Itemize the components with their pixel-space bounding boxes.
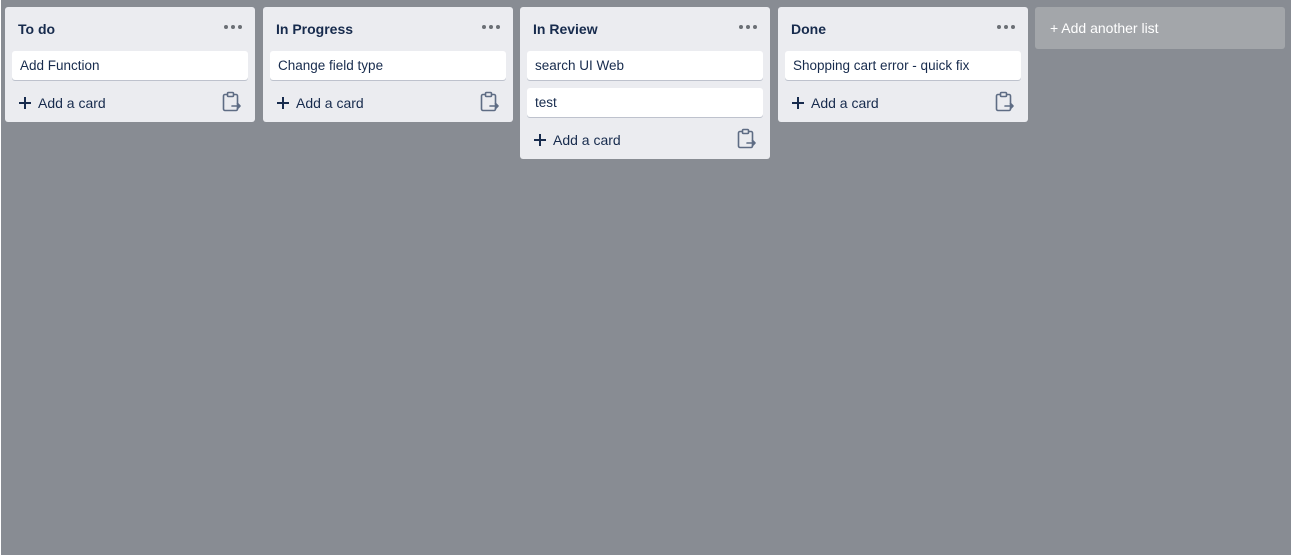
more-horizontal-icon[interactable]: [996, 17, 1016, 37]
list-title[interactable]: Done: [791, 21, 826, 37]
card[interactable]: test: [527, 88, 763, 117]
list-done: Done Shopping cart error - quick fix Add…: [778, 7, 1028, 122]
list-header: To do: [5, 7, 255, 51]
list-title[interactable]: To do: [18, 21, 55, 37]
plus-icon: [277, 97, 289, 109]
create-from-template-icon[interactable]: [994, 91, 1016, 113]
card[interactable]: search UI Web: [527, 51, 763, 80]
add-card-button[interactable]: Add a card: [792, 92, 879, 114]
add-card-label: Add a card: [38, 95, 106, 111]
add-card-label: Add a card: [553, 132, 621, 148]
card-list: search UI Web test: [520, 51, 770, 117]
create-from-template-icon[interactable]: [221, 91, 243, 113]
list-footer: Add a card: [778, 85, 1028, 122]
list-footer: Add a card: [520, 122, 770, 159]
card-list: Shopping cart error - quick fix: [778, 51, 1028, 80]
add-card-button[interactable]: Add a card: [277, 92, 364, 114]
card-list: Add Function: [5, 51, 255, 80]
board: To do Add Function Add a card In Progres…: [1, 0, 1291, 555]
plus-icon: [534, 134, 546, 146]
list-in-progress: In Progress Change field type Add a card: [263, 7, 513, 122]
more-horizontal-icon[interactable]: [481, 17, 501, 37]
list-header: In Progress: [263, 7, 513, 51]
add-card-button[interactable]: Add a card: [534, 129, 621, 151]
list-footer: Add a card: [263, 85, 513, 122]
more-horizontal-icon[interactable]: [738, 17, 758, 37]
plus-icon: [792, 97, 804, 109]
create-from-template-icon[interactable]: [479, 91, 501, 113]
card[interactable]: Add Function: [12, 51, 248, 80]
create-from-template-icon[interactable]: [736, 128, 758, 150]
add-card-label: Add a card: [811, 95, 879, 111]
card[interactable]: Shopping cart error - quick fix: [785, 51, 1021, 80]
list-footer: Add a card: [5, 85, 255, 122]
list-in-review: In Review search UI Web test Add a card: [520, 7, 770, 159]
add-card-button[interactable]: Add a card: [19, 92, 106, 114]
card[interactable]: Change field type: [270, 51, 506, 80]
list-header: In Review: [520, 7, 770, 51]
add-card-label: Add a card: [296, 95, 364, 111]
plus-icon: [19, 97, 31, 109]
list-header: Done: [778, 7, 1028, 51]
card-list: Change field type: [263, 51, 513, 80]
more-horizontal-icon[interactable]: [223, 17, 243, 37]
add-another-list-button[interactable]: + Add another list: [1035, 7, 1285, 49]
list-title[interactable]: In Progress: [276, 21, 353, 37]
list-to-do: To do Add Function Add a card: [5, 7, 255, 122]
list-title[interactable]: In Review: [533, 21, 598, 37]
